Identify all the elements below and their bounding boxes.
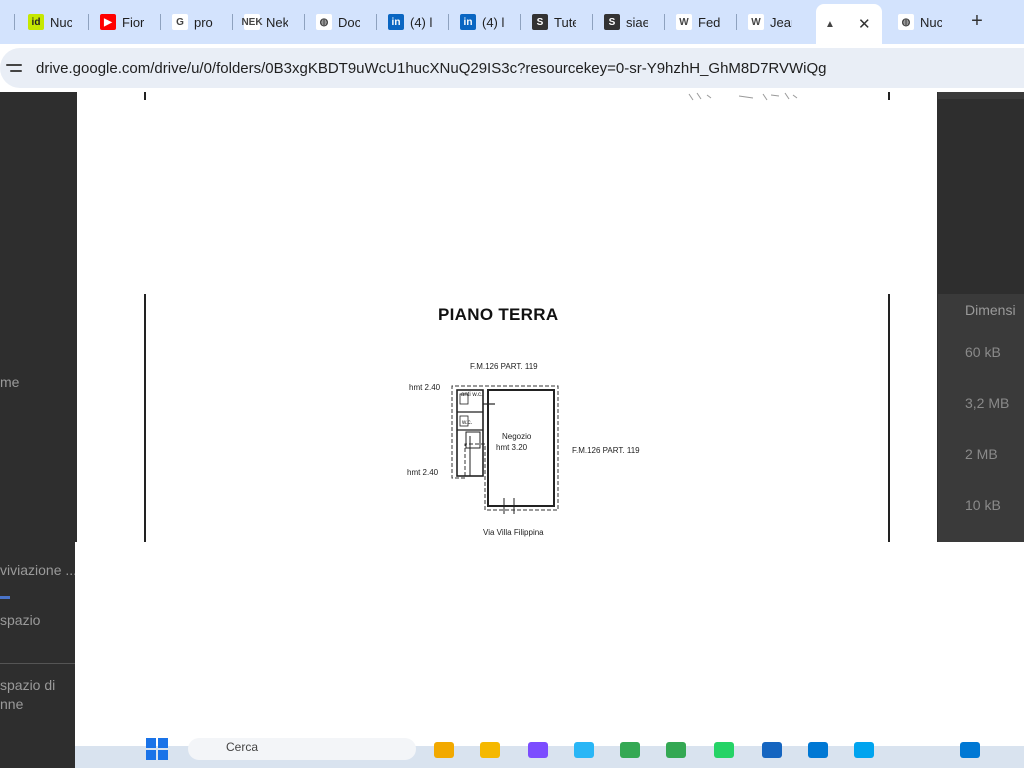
- id-icon: id: [28, 14, 44, 30]
- browser-tab[interactable]: W Fed: [670, 6, 734, 38]
- browser-tab[interactable]: ▶ Fior: [94, 6, 158, 38]
- details-panel: Dimensi 60 kB 3,2 MB 2 MB 10 kB: [938, 294, 1024, 542]
- browser-tab[interactable]: in (4) l: [454, 6, 518, 38]
- tab-title: pro: [194, 14, 213, 30]
- scan-artifact: [144, 92, 890, 101]
- taskbar-app-icon[interactable]: [574, 742, 594, 758]
- globe-icon: ◍: [898, 14, 914, 30]
- sidebar-item-space-of-2[interactable]: nne: [0, 696, 23, 712]
- browser-tab[interactable]: S Tute: [526, 6, 590, 38]
- globe-icon: ◍: [316, 14, 332, 30]
- google-drive-icon: ▲: [822, 16, 838, 32]
- shop-label: Negozio: [502, 432, 532, 441]
- close-tab-icon[interactable]: ✕: [858, 15, 871, 33]
- search-placeholder: Cerca: [226, 740, 259, 754]
- tab-title: Jear: [770, 14, 792, 30]
- height-label-lower: hmt 2.40: [407, 468, 439, 477]
- tab-title: Nek: [266, 14, 288, 30]
- browser-tab[interactable]: ◍ Nuc: [892, 6, 956, 38]
- browser-tab[interactable]: ▲ ✕: [816, 4, 882, 44]
- address-bar[interactable]: drive.google.com/drive/u/0/folders/0B3xg…: [0, 48, 1024, 88]
- parcel-label-top: F.M.126 PART. 119: [470, 362, 538, 371]
- tab-title: (4) l: [410, 14, 432, 30]
- tab-separator: [376, 14, 377, 30]
- folder-icon[interactable]: [480, 742, 500, 758]
- sidebar-item-me[interactable]: me: [0, 374, 19, 390]
- browser-tab[interactable]: in (4) l: [382, 6, 446, 38]
- street-label: Via Villa Filippina: [483, 528, 544, 537]
- tab-separator: [592, 14, 593, 30]
- tab-separator: [232, 14, 233, 30]
- youtube-icon: ▶: [100, 14, 116, 30]
- height-label-upper: hmt 2.40: [409, 383, 441, 392]
- storage-bar: [0, 596, 10, 599]
- sidebar-item-space-of[interactable]: spazio di: [0, 677, 55, 693]
- taskbar-app-icon[interactable]: [960, 742, 980, 758]
- whatsapp-icon[interactable]: [714, 742, 734, 758]
- page-border-left: [144, 294, 146, 542]
- document-page-top: [77, 92, 937, 295]
- chrome-icon[interactable]: [620, 742, 640, 758]
- tab-title: Nuc: [920, 14, 942, 30]
- sidebar-item-archive[interactable]: viviazione ...: [0, 562, 77, 578]
- linkedin-icon: in: [460, 14, 476, 30]
- tab-separator: [448, 14, 449, 30]
- tab-separator: [304, 14, 305, 30]
- new-tab-button[interactable]: +: [966, 10, 988, 32]
- wikipedia-icon: W: [676, 14, 692, 30]
- file-size: 10 kB: [965, 497, 1001, 513]
- taskbar-app-icon[interactable]: [528, 742, 548, 758]
- tab-title: Fior: [122, 14, 144, 30]
- tab-title: Nuc: [50, 14, 72, 30]
- browser-toolbar: drive.google.com/drive/u/0/folders/0B3xg…: [0, 44, 1024, 92]
- browser-tab[interactable]: NEK Nek: [238, 6, 302, 38]
- plan-title: PIANO TERRA: [438, 305, 559, 324]
- browser-tab[interactable]: Ssiae: [598, 6, 662, 38]
- file-size: 60 kB: [965, 344, 1001, 360]
- taskbar-app-icon[interactable]: [854, 742, 874, 758]
- wc-label: w.c.: [462, 420, 473, 426]
- taskbar-search[interactable]: Cerca: [188, 738, 416, 760]
- tab-separator: [736, 14, 737, 30]
- site-settings-icon[interactable]: [6, 58, 26, 78]
- taskbar-app-icon[interactable]: [808, 742, 828, 758]
- tab-title: Doc: [338, 14, 360, 30]
- linkedin-icon: in: [388, 14, 404, 30]
- tab-title: Fed: [698, 14, 720, 30]
- siae-icon: S: [604, 14, 620, 30]
- document-page-bottom: [75, 542, 1024, 746]
- taskbar-app-icon[interactable]: [762, 742, 782, 758]
- tab-separator: [520, 14, 521, 30]
- wikipedia-icon: W: [748, 14, 764, 30]
- browser-tab[interactable]: ◍ Doc: [310, 6, 374, 38]
- parcel-label-right: F.M.126 PART. 119: [572, 446, 640, 455]
- sidebar-item-space[interactable]: spazio: [0, 612, 40, 628]
- tab-separator: [88, 14, 89, 30]
- details-panel-top: [938, 92, 1024, 99]
- size-column-header[interactable]: Dimensi: [965, 302, 1016, 318]
- chrome-icon[interactable]: [666, 742, 686, 758]
- nek-icon: NEK: [241, 14, 263, 30]
- shop-height-label: hmt 3.20: [496, 443, 528, 452]
- windows-start-icon[interactable]: [146, 738, 168, 760]
- page-border-right: [888, 294, 890, 542]
- file-size: 2 MB: [965, 446, 998, 462]
- tab-title: siae: [626, 14, 648, 30]
- browser-tab[interactable]: id Nuc: [22, 6, 86, 38]
- tab-title: Tute: [554, 14, 576, 30]
- browser-tab[interactable]: Gpro: [166, 6, 230, 38]
- siae-icon: S: [532, 14, 548, 30]
- anti-wc-label: anti w.c.: [461, 392, 483, 398]
- url-text[interactable]: drive.google.com/drive/u/0/folders/0B3xg…: [36, 60, 827, 77]
- tab-separator: [664, 14, 665, 30]
- tab-separator: [160, 14, 161, 30]
- tab-strip: id Nuc ▶ Fior Gpro NEK Nek ◍ Doc in (4) l in (4) lST…: [0, 0, 1024, 44]
- browser-tab[interactable]: W Jear: [742, 6, 806, 38]
- sidebar-divider: [0, 663, 76, 664]
- tab-separator: [14, 14, 15, 30]
- google-icon: G: [172, 14, 188, 30]
- tab-title: (4) l: [482, 14, 504, 30]
- taskbar-app-icon[interactable]: [434, 742, 454, 758]
- file-size: 3,2 MB: [965, 395, 1010, 411]
